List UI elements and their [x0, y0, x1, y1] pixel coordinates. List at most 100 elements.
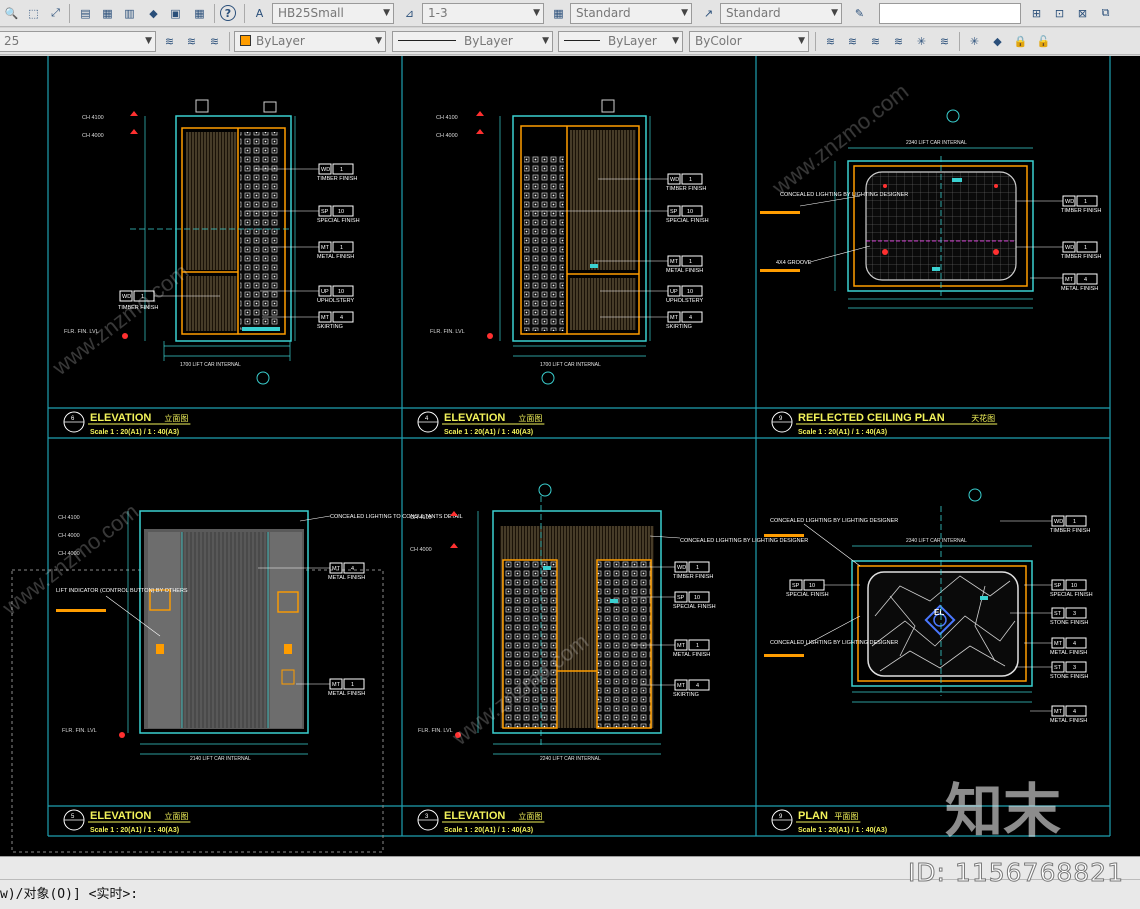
svg-text:1: 1	[340, 167, 343, 173]
layer-states-icon[interactable]: ≋	[205, 31, 224, 51]
table-style-select[interactable]: Standard ▼	[570, 3, 692, 24]
viewport-new-icon[interactable]: ⊞	[1027, 3, 1046, 23]
layer-freeze-icon[interactable]: ✳	[912, 31, 931, 51]
svg-text:SP: SP	[792, 583, 800, 589]
svg-text:1: 1	[351, 682, 354, 688]
text-style-select[interactable]: HB25Small ▼	[272, 3, 394, 24]
svg-text:LIFT INDICATOR (CONTROL BUTTON: LIFT INDICATOR (CONTROL BUTTON) BY OTHER…	[56, 588, 188, 594]
viewport-clip-icon[interactable]: ⊠	[1073, 3, 1092, 23]
svg-text:SKIRTING: SKIRTING	[673, 692, 699, 698]
title-scale: Scale 1 : 20(A1) / 1 : 40(A3)	[90, 429, 179, 436]
svg-text:TIMBER FINISH: TIMBER FINISH	[666, 186, 706, 192]
elev4-tags: WD 1 TIMBER FINISH SP 10 SPECIAL FINISH …	[666, 173, 709, 330]
layer-previous-icon[interactable]: ≋	[182, 31, 201, 51]
mleader-style-icon[interactable]: ↗	[699, 3, 718, 23]
dim-style-icon[interactable]: ⊿	[400, 3, 419, 23]
layer-change-icon[interactable]: ≋	[889, 31, 908, 51]
tool-palettes-icon[interactable]: ▥	[120, 3, 139, 23]
zoom-window-icon[interactable]: ⬚	[24, 3, 43, 23]
properties-icon[interactable]: ▤	[76, 3, 95, 23]
elevation-4-drawing	[512, 99, 647, 342]
svg-text:1: 1	[1084, 245, 1087, 251]
title-cn: 立面图	[518, 811, 542, 821]
zoom-realtime-icon[interactable]: 🔍	[2, 3, 21, 23]
svg-text:WD: WD	[670, 177, 679, 183]
svg-text:1: 1	[340, 245, 343, 251]
layer-make-current-icon[interactable]: ≋	[160, 31, 179, 51]
svg-text:METAL FINISH: METAL FINISH	[673, 652, 710, 658]
svg-text:SPECIAL FINISH: SPECIAL FINISH	[317, 218, 360, 224]
design-center-icon[interactable]: ▦	[98, 3, 117, 23]
layer-uniso-icon[interactable]: ≋	[843, 31, 862, 51]
drawing-canvas[interactable]: 1700 LIFT CAR INTERNAL CH 4100 CH 4000 F…	[0, 56, 1140, 856]
svg-text:4: 4	[351, 566, 354, 572]
title-text: REFLECTED CEILING PLAN	[798, 412, 945, 424]
zoom-previous-icon[interactable]: ⤢	[46, 3, 65, 23]
help-icon[interactable]: ?	[220, 5, 236, 21]
lineweight-select[interactable]: ByLayer ▼	[558, 31, 683, 52]
title-number: 5	[71, 814, 75, 820]
svg-text:CONCEALED LIGHTING BY LIGHTING: CONCEALED LIGHTING BY LIGHTING DESIGNER	[680, 538, 808, 544]
plotstyle-select[interactable]: ByColor ▼	[689, 31, 809, 52]
svg-text:4: 4	[696, 683, 699, 689]
layer-iso-icon[interactable]: ≋	[821, 31, 840, 51]
command-prompt[interactable]: w)/对象(O)] <实时>:	[0, 883, 138, 902]
svg-text:3: 3	[1073, 665, 1076, 671]
sheet-set-icon[interactable]: ◆	[144, 3, 163, 23]
search-input[interactable]	[879, 3, 1021, 24]
color-select[interactable]: ByLayer ▼	[234, 31, 386, 52]
calculator-icon[interactable]: ▦	[190, 3, 209, 23]
svg-text:SKIRTING: SKIRTING	[666, 324, 692, 330]
svg-text:WD: WD	[1065, 199, 1074, 205]
svg-text:MT: MT	[321, 245, 330, 251]
svg-text:4: 4	[340, 315, 343, 321]
elev5-fin-lvl: FLR. FIN. LVL	[62, 728, 97, 734]
svg-text:ST: ST	[1054, 611, 1062, 617]
dim-style-select[interactable]: 1-3 ▼	[422, 3, 544, 24]
layer-select[interactable]: 25 ▼	[0, 31, 156, 52]
svg-text:1: 1	[696, 565, 699, 571]
layer-on-icon[interactable]: ◆	[988, 31, 1007, 51]
svg-text:4: 4	[1073, 709, 1076, 715]
elev6-ch2: CH 4000	[82, 133, 104, 139]
layer-match-icon[interactable]: ≋	[866, 31, 885, 51]
svg-text:CONCEALED LIGHTING TO CONSULTA: CONCEALED LIGHTING TO CONSULTANTS DETAIL	[330, 514, 463, 520]
elev4-liftcar-label: 1700 LIFT CAR INTERNAL	[540, 362, 601, 368]
title-scale: Scale 1 : 20(A1) / 1 : 40(A3)	[798, 827, 887, 834]
svg-text:10: 10	[687, 209, 693, 215]
svg-text:WD: WD	[321, 167, 330, 173]
elev3-tags: CONCEALED LIGHTING BY LIGHTING DESIGNER …	[673, 538, 808, 698]
markup-icon[interactable]: ▣	[166, 3, 185, 23]
cad-drawing: 1700 LIFT CAR INTERNAL CH 4100 CH 4000 F…	[0, 56, 1111, 853]
svg-text:CONCEALED LIGHTING BY LIGHTING: CONCEALED LIGHTING BY LIGHTING DESIGNER	[770, 518, 898, 524]
svg-text:TIMBER FINISH: TIMBER FINISH	[1061, 208, 1101, 214]
svg-text:SKIRTING: SKIRTING	[317, 324, 343, 330]
layer-lock-icon[interactable]: 🔒	[1011, 31, 1030, 51]
svg-text:MT: MT	[670, 315, 679, 321]
match-properties-icon[interactable]: ✎	[850, 3, 869, 23]
rcp-top-label: 2340 LIFT CAR INTERNAL	[906, 140, 967, 146]
svg-text:MT: MT	[1054, 709, 1063, 715]
mleader-style-select[interactable]: Standard ▼	[720, 3, 842, 24]
layer-thaw-icon[interactable]: ✳	[965, 31, 984, 51]
svg-text:1: 1	[696, 643, 699, 649]
svg-text:SP: SP	[670, 209, 678, 215]
layer-unlock-icon[interactable]: 🔓	[1034, 31, 1053, 51]
title-text: ELEVATION	[444, 412, 505, 424]
linetype-select[interactable]: ByLayer ▼	[392, 31, 553, 52]
viewport-scale-icon[interactable]: ⧉	[1096, 3, 1115, 23]
title-cn: 天花图	[971, 413, 995, 423]
elev4-fin-lvl: FLR. FIN. LVL	[430, 329, 465, 335]
toolbar-standard: 🔍 ⬚ ⤢ ▤ ▦ ▥ ◆ ▣ ▦ ? A HB25Small ▼ ⊿ 1-3 ▼ …	[0, 0, 1140, 27]
text-style-icon[interactable]: A	[250, 3, 269, 23]
svg-text:ST: ST	[1054, 665, 1062, 671]
watermark-brand: 知末	[945, 779, 1061, 844]
svg-text:SP: SP	[1054, 583, 1062, 589]
svg-text:WD: WD	[1054, 519, 1063, 525]
svg-text:CONCEALED LIGHTING BY LIGHTING: CONCEALED LIGHTING BY LIGHTING DESIGNER	[770, 640, 898, 646]
layer-off-icon[interactable]: ≋	[935, 31, 954, 51]
table-style-icon[interactable]: ▦	[549, 3, 568, 23]
title-cn: 立面图	[164, 413, 188, 423]
viewport-single-icon[interactable]: ⊡	[1050, 3, 1069, 23]
elev6-ch1: CH 4100	[82, 115, 104, 121]
